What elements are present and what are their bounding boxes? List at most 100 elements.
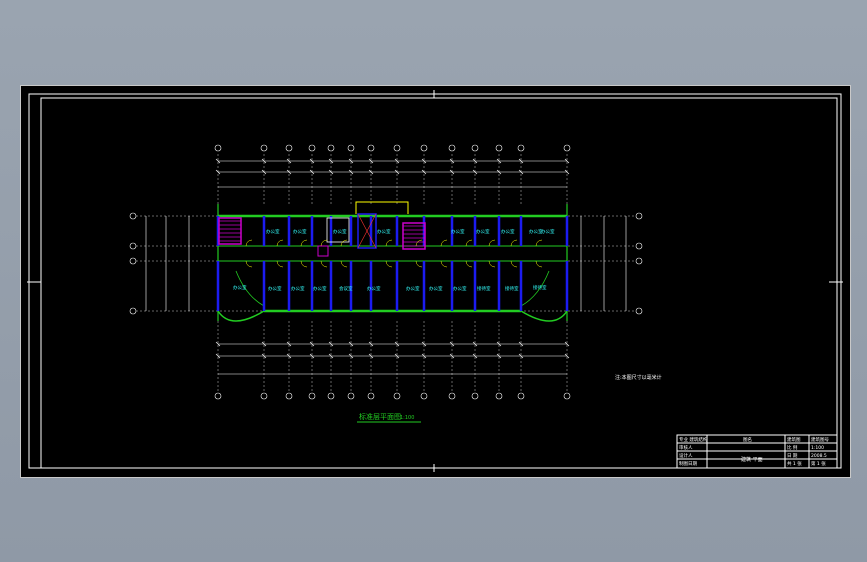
tb-r2c3: 比 例 xyxy=(787,444,798,451)
room-label-lower: 接待室 xyxy=(477,285,491,292)
room-label-lower: 办公室 xyxy=(268,285,282,292)
door-swing-lower xyxy=(465,260,473,268)
axis-bubble-bottom xyxy=(367,392,375,400)
axis-bubble-top xyxy=(471,144,479,152)
cad-drawing-viewport[interactable]: 办公室 办公室 办公室 办公室 办公室 办公室 办公室 办公室 办公室 办公室 办公室 办公室 会议室办… xyxy=(20,85,851,478)
door-swing-upper xyxy=(320,239,328,247)
room-label-upper: 办公室 xyxy=(541,228,555,235)
door-swing-lower xyxy=(385,260,393,268)
axis-bubble-top xyxy=(347,144,355,152)
room-label-upper: 办公室 xyxy=(476,228,490,235)
axis-bubble-right xyxy=(635,257,643,265)
axis-bubble-bottom xyxy=(347,392,355,400)
axis-bubble-bottom xyxy=(260,392,268,400)
axis-bubble-left xyxy=(129,242,137,250)
floor-plan: 办公室 办公室 办公室 办公室 办公室 办公室 办公室 办公室办公室办公室 办公室 办公室 会议室办… xyxy=(129,144,643,400)
axis-bubble-top xyxy=(563,144,571,152)
axis-bubble-top xyxy=(308,144,316,152)
room-label-wing-left: 办公室 xyxy=(233,284,247,291)
axis-bubble-bottom xyxy=(448,392,456,400)
wing-left-curve xyxy=(217,310,265,322)
door-swing-upper xyxy=(340,239,348,247)
axis-bubble-top xyxy=(495,144,503,152)
tb-r4c4: 第 1 张 xyxy=(811,460,826,467)
axis-bubble-bottom xyxy=(495,392,503,400)
room-label-upper: 办公室 xyxy=(333,228,347,235)
axis-bubble-top xyxy=(260,144,268,152)
door-swing-upper xyxy=(465,239,473,247)
stair-left xyxy=(218,217,242,245)
drawing-note: 注:本图尺寸以毫米计 xyxy=(615,374,662,381)
tb-center-label: 建筑 平面 xyxy=(741,456,763,463)
door-swing-lower xyxy=(535,260,543,268)
room-label-lower: 接待室 xyxy=(505,285,519,292)
tb-r3c4: 2008.5 xyxy=(811,453,827,459)
tb-r1c1: 专业 建筑结构 xyxy=(679,436,708,443)
floor-plan-drawing: 办公室 办公室 办公室 办公室 办公室 办公室 办公室 办公室办公室办公室 办公室 办公室 会议室办… xyxy=(27,90,843,472)
room-label-lower: 办公室 xyxy=(367,285,381,292)
tb-r2c4: 1:100 xyxy=(811,445,824,451)
axis-bubble-bottom xyxy=(420,392,428,400)
door-swing-lower xyxy=(510,260,518,268)
entrance-canopy xyxy=(355,201,409,214)
axis-bubble-right xyxy=(635,212,643,220)
drawing-title: 标准层平面图 xyxy=(359,412,401,421)
room-label-lower: 办公室 xyxy=(453,285,467,292)
axis-bubble-top xyxy=(517,144,525,152)
room-label-upper: 办公室 xyxy=(266,228,280,235)
axis-bubble-top xyxy=(214,144,222,152)
axis-bubble-right xyxy=(635,242,643,250)
axis-bubble-top xyxy=(367,144,375,152)
room-label-lower: 办公室 xyxy=(291,285,305,292)
axis-bubble-top xyxy=(327,144,335,152)
axis-bubble-bottom xyxy=(517,392,525,400)
door-swing-lower xyxy=(320,260,328,268)
room-label-lower: 办公室 xyxy=(429,285,443,292)
door-swing-upper xyxy=(300,239,308,247)
room-label-lower: 办公室 xyxy=(406,285,420,292)
axis-bubble-bottom xyxy=(563,392,571,400)
door-swing-lower xyxy=(440,260,448,268)
axis-bubble-bottom xyxy=(308,392,316,400)
axis-bubble-left xyxy=(129,257,137,265)
tb-r4c1: 制图日期 xyxy=(679,460,697,467)
toilet-fixture xyxy=(317,245,329,257)
room-label-lower: 会议室 xyxy=(339,285,353,292)
axis-bubble-top xyxy=(285,144,293,152)
door-swing-upper xyxy=(535,239,543,247)
door-swing-upper xyxy=(415,239,423,247)
wing-right-curve xyxy=(520,310,568,322)
axis-bubble-top xyxy=(393,144,401,152)
door-swing-upper xyxy=(276,239,284,247)
axis-bubble-top xyxy=(420,144,428,152)
drawing-border-outer xyxy=(28,93,842,469)
door-swing-lower xyxy=(245,260,253,268)
axis-bubble-top xyxy=(448,144,456,152)
drawing-title-scale: 1:100 xyxy=(400,415,414,421)
door-swing-upper xyxy=(245,239,253,247)
room-label-upper: 办公室 xyxy=(293,228,307,235)
axis-bubble-right xyxy=(635,307,643,315)
door-swing-lower xyxy=(276,260,284,268)
room-label-wing-right: 接待室 xyxy=(533,284,547,291)
door-swing-lower xyxy=(488,260,496,268)
door-swing-upper xyxy=(440,239,448,247)
door-swing-lower xyxy=(415,260,423,268)
door-swing-upper xyxy=(488,239,496,247)
door-swing-lower xyxy=(300,260,308,268)
door-swing-upper xyxy=(510,239,518,247)
tb-r1c2: 图名 xyxy=(743,436,752,443)
axis-bubble-bottom xyxy=(327,392,335,400)
drawing-border-inner xyxy=(40,97,838,469)
room-label-upper: 办公室 xyxy=(501,228,515,235)
room-label-lower: 办公室 xyxy=(313,285,327,292)
title-block: 专业 建筑结构 图名 建筑图 建筑图号 审核人 比 例 1:100 设计人 建筑… xyxy=(676,434,838,469)
room-label-upper: 办公室 xyxy=(451,228,465,235)
axis-bubble-left xyxy=(129,307,137,315)
tb-r1c3: 建筑图 xyxy=(787,436,801,443)
axis-bubble-bottom xyxy=(393,392,401,400)
stair-right xyxy=(402,222,426,250)
tb-r1c4: 建筑图号 xyxy=(811,436,829,443)
axis-bubble-bottom xyxy=(471,392,479,400)
room-label-upper: 办公室 xyxy=(377,228,391,235)
